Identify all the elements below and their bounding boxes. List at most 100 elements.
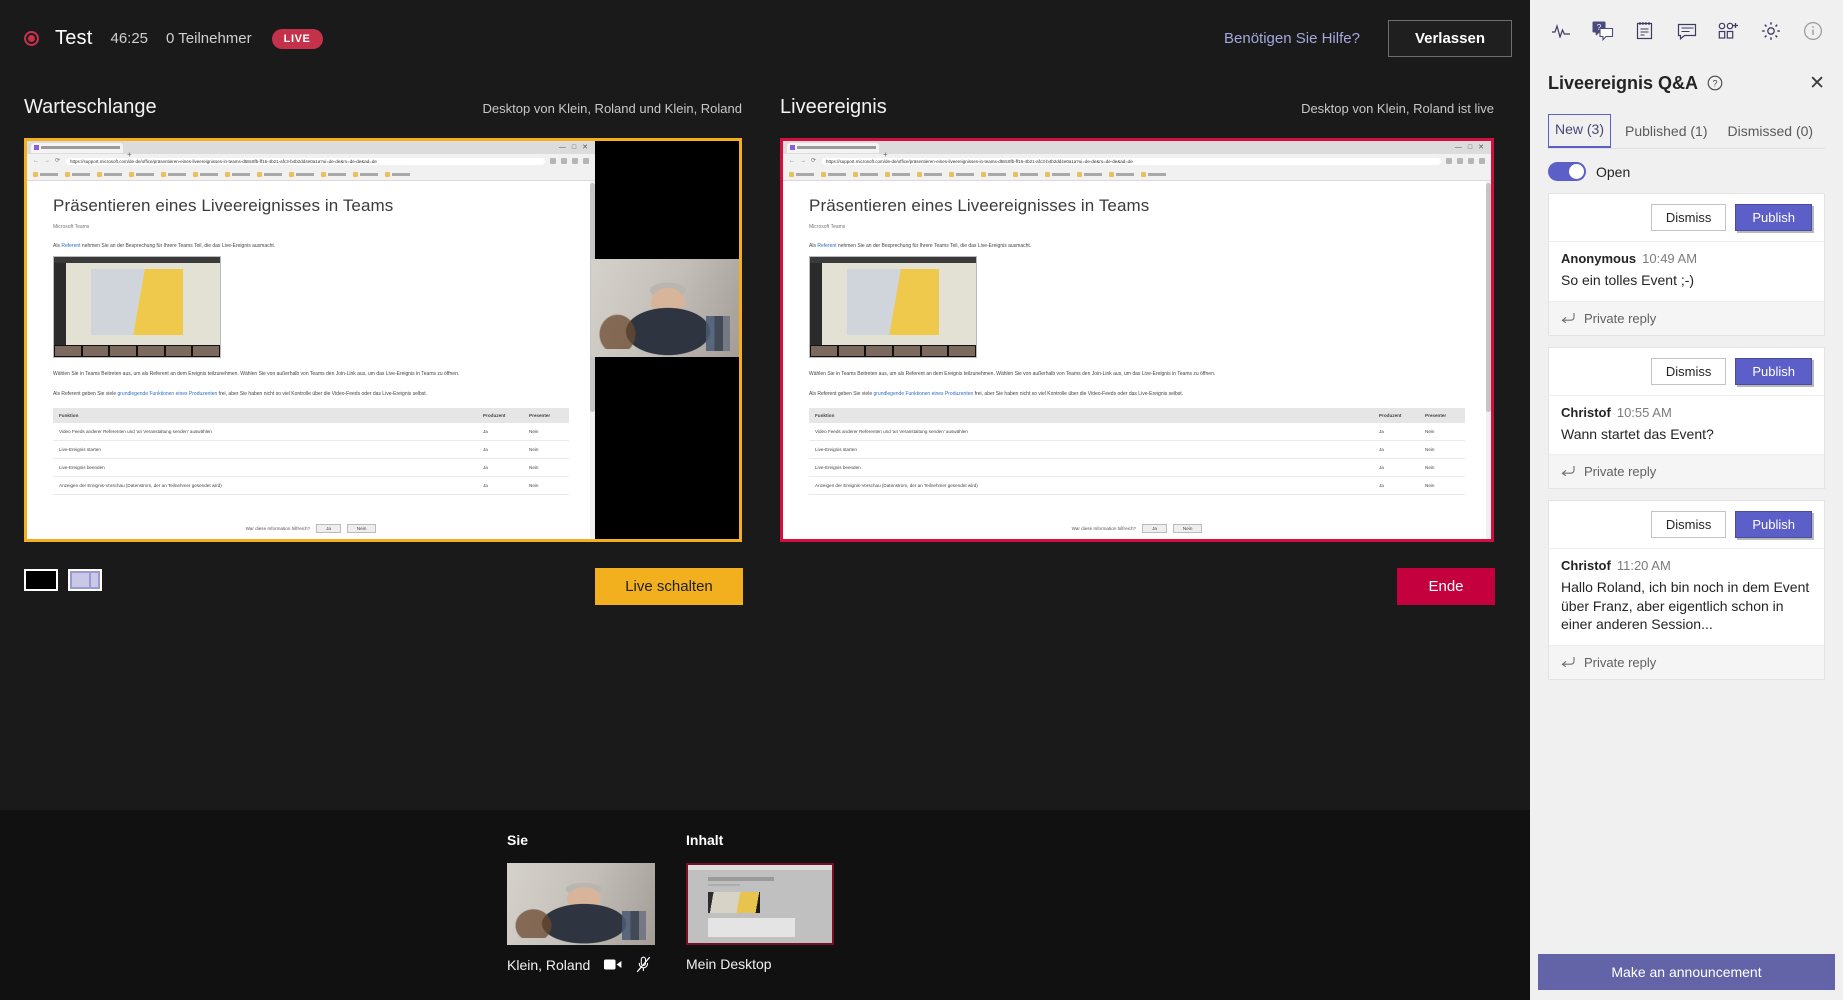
qa-open-row: Open: [1530, 149, 1843, 193]
dismiss-button[interactable]: Dismiss: [1650, 357, 1727, 385]
qa-open-label: Open: [1596, 163, 1631, 180]
svg-text:?: ?: [1713, 78, 1718, 88]
tray-content-group: Inhalt Mein Desktop: [686, 832, 834, 972]
tab-dismissed[interactable]: Dismissed (0): [1722, 117, 1820, 148]
th-presenter: Presenter: [523, 408, 569, 424]
tab-published[interactable]: Published (1): [1619, 117, 1714, 148]
layout-split-button[interactable]: [68, 569, 102, 591]
browser-action-icons: [1446, 158, 1485, 164]
queue-source-label: Desktop von Klein, Roland und Klein, Rol…: [482, 101, 742, 116]
dismiss-button[interactable]: Dismiss: [1650, 204, 1727, 231]
doc-feature-table: Funktion Produzent Presenter Video Feeds…: [809, 408, 1465, 496]
table-row: Live-Ereignis starten Ja Nein: [809, 440, 1465, 460]
layout-single-button[interactable]: [24, 569, 58, 591]
back-icon: ←: [33, 158, 39, 164]
forward-icon: →: [800, 158, 806, 164]
table-row: Live-Ereignis beenden Ja Nein: [53, 458, 569, 478]
doc-feedback-bar: War diese Information hilfreich? Ja Nein: [783, 524, 1491, 533]
end-event-button[interactable]: Ende: [1397, 568, 1495, 605]
qa-card-body: Anonymous 10:49 AM So ein tolles Event ;-…: [1549, 242, 1824, 301]
doc-screenshot-image: [809, 256, 977, 359]
publish-button[interactable]: Publish: [1735, 511, 1812, 539]
close-icon[interactable]: ✕: [1809, 74, 1825, 93]
doc-byline: Microsoft Teams: [53, 224, 90, 231]
private-reply-button[interactable]: Private reply: [1549, 300, 1824, 335]
qa-open-toggle[interactable]: [1548, 162, 1586, 181]
reload-icon: ⟳: [55, 158, 61, 164]
qa-icon[interactable]: ?: [1590, 18, 1616, 44]
window-buttons: — □ ✕: [1454, 144, 1484, 151]
private-reply-button[interactable]: Private reply: [1549, 454, 1824, 489]
participant-video-image: [591, 259, 739, 357]
doc-heading: Präsentieren eines Liveereignisses in Te…: [53, 196, 394, 215]
live-preview[interactable]: —□✕ ← → ⟳ https://support.microsoft.com/…: [780, 138, 1494, 542]
help-circle-icon[interactable]: ?: [1707, 75, 1723, 91]
page-scrollbar[interactable]: [1486, 181, 1491, 539]
queue-preview[interactable]: —□✕ ← → ⟳ https://support.microsoft.com/…: [24, 138, 742, 542]
publish-button[interactable]: Publish: [1735, 204, 1812, 231]
tab-title-text: [797, 146, 876, 149]
need-help-link[interactable]: Benötigen Sie Hilfe?: [1224, 30, 1360, 47]
qa-card-actions: Dismiss Publish: [1549, 501, 1824, 550]
doc-feedback-bar: War diese Information hilfreich? Ja Nein: [27, 524, 595, 533]
mic-off-icon[interactable]: [636, 956, 651, 973]
table-row: Live-Ereignis beenden Ja Nein: [809, 458, 1465, 478]
health-pulse-icon[interactable]: [1548, 18, 1574, 44]
tab-title-text: [41, 146, 120, 149]
dismiss-button[interactable]: Dismiss: [1650, 511, 1727, 539]
private-reply-label: Private reply: [1584, 655, 1657, 671]
p3-prefix: Als Referent geben Sie viele: [809, 391, 874, 398]
p3-rest: frei, aber Sie haben nicht so viel Kontr…: [217, 391, 428, 398]
bottom-tray: Sie Klein, Roland Inhalt Mein Desktop: [0, 810, 1530, 1000]
new-tab-icon: [127, 144, 135, 152]
feedback-yes-button[interactable]: Ja: [1142, 524, 1167, 533]
p1-rest: nehmen Sie an der Besprechung für Ihrere…: [80, 243, 276, 250]
queue-title: Warteschlange: [24, 96, 157, 118]
add-people-icon[interactable]: [1716, 18, 1742, 44]
private-reply-button[interactable]: Private reply: [1549, 645, 1824, 680]
p3-link[interactable]: grundlegende Funktionen eines Produzente…: [873, 391, 973, 397]
p3-link[interactable]: grundlegende Funktionen eines Produzente…: [117, 391, 217, 397]
camera-on-icon[interactable]: [604, 958, 622, 971]
info-icon[interactable]: [1800, 18, 1826, 44]
url-field: https://support.microsoft.com/de-de/offi…: [822, 157, 1441, 165]
feedback-no-button[interactable]: Nein: [1172, 524, 1203, 533]
qa-author: Christof: [1561, 558, 1611, 574]
page-scrollbar[interactable]: [590, 181, 595, 539]
doc-paragraph-1: Als Referent nehmen Sie an der Besprechu…: [809, 242, 1465, 250]
settings-gear-icon[interactable]: [1758, 18, 1784, 44]
feedback-no-button[interactable]: Nein: [346, 524, 377, 533]
browser-titlebar: —□✕: [783, 141, 1491, 154]
p3-prefix: Als Referent geben Sie viele: [53, 391, 118, 398]
qa-question-card: Dismiss Publish Christof 11:20 AM Hallo R…: [1548, 500, 1825, 681]
qa-question-card: Dismiss Publish Christof 10:55 AM Wann st…: [1548, 346, 1825, 490]
feedback-question: War diese Information hilfreich?: [1071, 526, 1137, 531]
qa-text: Hallo Roland, ich bin noch in dem Event …: [1561, 579, 1810, 633]
chat-icon[interactable]: [1674, 18, 1700, 44]
p3-rest: frei, aber Sie haben nicht so viel Kontr…: [973, 391, 1184, 398]
go-live-button[interactable]: Live schalten: [595, 568, 743, 605]
browser-action-icons: [550, 158, 589, 164]
browser-tab: [31, 142, 123, 153]
live-header: Liveereignis Desktop von Klein, Roland i…: [780, 96, 1494, 119]
qa-author: Christof: [1561, 404, 1611, 420]
producer-area: Test 46:25 0 Teilnehmer LIVE Benötigen S…: [0, 0, 1530, 1000]
publish-button[interactable]: Publish: [1735, 357, 1812, 385]
leave-button[interactable]: Verlassen: [1387, 20, 1512, 57]
tray-you-label: Sie: [507, 832, 529, 848]
feedback-yes-button[interactable]: Ja: [316, 524, 341, 533]
p1-link[interactable]: Referent: [61, 243, 80, 249]
qa-time: 10:49 AM: [1642, 251, 1698, 266]
make-announcement-button[interactable]: Make an announcement: [1538, 954, 1835, 990]
qa-text: So ein tolles Event ;-): [1561, 272, 1695, 288]
notes-icon[interactable]: [1632, 18, 1658, 44]
attendee-count: 0 Teilnehmer: [166, 30, 252, 47]
table-row: Video Feeds anderer Referenten und 'an V…: [53, 423, 569, 442]
feedback-question: War diese Information hilfreich?: [245, 526, 311, 531]
tray-content-thumbnail[interactable]: [686, 863, 834, 945]
p1-link[interactable]: Referent: [817, 243, 836, 249]
tab-new[interactable]: New (3): [1548, 114, 1612, 148]
qa-card-body: Christof 11:20 AM Hallo Roland, ich bin n…: [1549, 549, 1824, 645]
doc-paragraph-2: Wählen Sie in Teams Beitreten aus, um al…: [809, 371, 1216, 378]
tray-you-thumbnail[interactable]: [507, 863, 655, 945]
